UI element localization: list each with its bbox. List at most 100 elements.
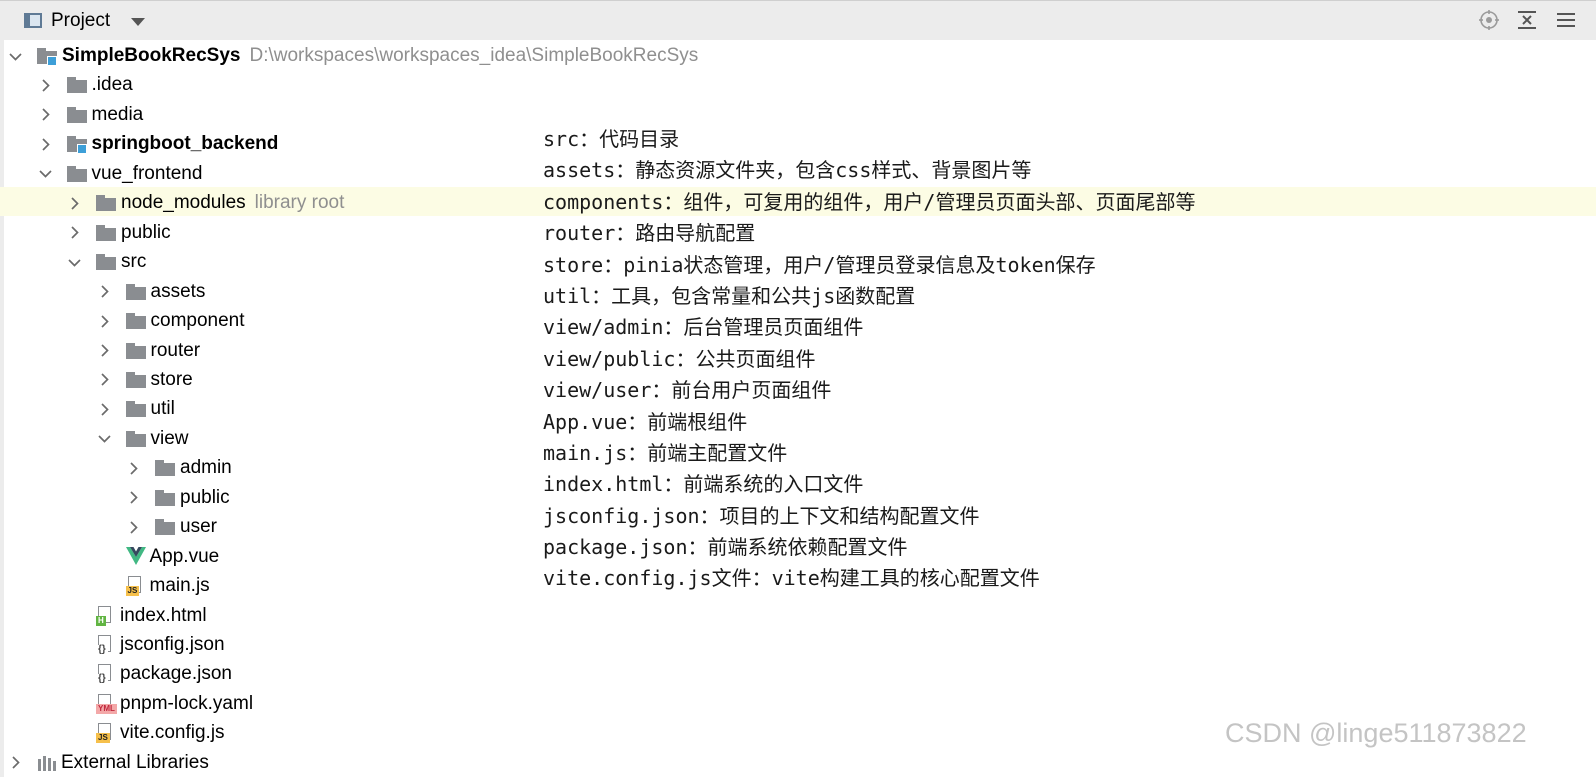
folder-icon xyxy=(155,519,175,536)
module-folder-icon xyxy=(66,136,87,155)
tree-item-label: router xyxy=(150,339,201,361)
chevron-right-icon[interactable] xyxy=(67,608,82,623)
tree-row-admin[interactable]: admin xyxy=(126,454,232,482)
tree-row-jsconfig-json[interactable]: {} jsconfig.json xyxy=(67,631,225,659)
folder-icon xyxy=(155,460,175,477)
settings-icon[interactable] xyxy=(1555,9,1577,31)
chevron-down-icon[interactable] xyxy=(67,255,82,270)
view-mode-dropdown-icon[interactable] xyxy=(131,18,145,26)
note-line: view/user：前台用户页面组件 xyxy=(543,378,832,403)
tree-item-label: main.js xyxy=(149,575,210,597)
tree-row-store[interactable]: store xyxy=(97,366,193,394)
chevron-right-icon[interactable] xyxy=(38,107,53,122)
tree-item-label: src xyxy=(121,251,147,273)
tree-row-node-modules[interactable]: node_modules library root xyxy=(67,189,344,217)
tree-row-main-js[interactable]: JS main.js xyxy=(97,572,210,600)
tree-row-idea[interactable]: .idea xyxy=(38,71,133,99)
note-line: view/public：公共页面组件 xyxy=(543,346,816,371)
js-file-icon: JS xyxy=(125,576,144,597)
tree-row-view[interactable]: view xyxy=(97,425,189,453)
tree-row-util[interactable]: util xyxy=(97,395,175,423)
watermark: CSDN @linge511873822 xyxy=(1225,718,1527,748)
tree-row-vite-config-js[interactable]: JS vite.config.js xyxy=(67,719,225,747)
vue-file-icon xyxy=(125,546,146,567)
chevron-right-icon[interactable] xyxy=(8,755,23,770)
folder-icon xyxy=(66,106,87,123)
tree-row-user[interactable]: user xyxy=(126,513,217,541)
chevron-right-icon[interactable] xyxy=(67,638,82,653)
chevron-right-icon[interactable] xyxy=(67,696,82,711)
tree-row-assets[interactable]: assets xyxy=(97,278,205,306)
project-toolbar: Project xyxy=(0,0,1596,40)
tree-item-label: store xyxy=(150,368,193,390)
note-line: main.js：前端主配置文件 xyxy=(543,440,788,465)
tree-item-label: media xyxy=(91,103,144,125)
chevron-right-icon[interactable] xyxy=(97,579,112,594)
folder-icon xyxy=(125,401,146,418)
note-line: assets：静态资源文件夹，包含css样式、背景图片等 xyxy=(543,158,1032,183)
locate-icon[interactable] xyxy=(1478,9,1500,31)
tree-item-label: jsconfig.json xyxy=(120,634,225,655)
tree-item-label: pnpm-lock.yaml xyxy=(120,692,254,714)
tree-item-label: vue_frontend xyxy=(91,162,203,184)
chevron-right-icon[interactable] xyxy=(38,78,53,93)
json-file-icon: {} xyxy=(96,635,114,655)
chevron-right-icon[interactable] xyxy=(97,402,112,417)
folder-icon xyxy=(66,77,87,94)
chevron-right-icon[interactable] xyxy=(38,137,53,152)
tree-item-label: springboot_backend xyxy=(91,133,279,155)
chevron-right-icon[interactable] xyxy=(126,490,141,505)
chevron-right-icon[interactable] xyxy=(97,372,112,387)
tree-row-package-json[interactable]: {} package.json xyxy=(67,660,232,688)
tree-item-label: vite.config.js xyxy=(120,722,225,744)
module-badge-icon xyxy=(76,144,87,155)
chevron-right-icon[interactable] xyxy=(67,667,82,682)
tree-row-app-vue[interactable]: App.vue xyxy=(97,543,219,571)
note-line: package.json：前端系统依赖配置文件 xyxy=(543,535,908,560)
project-path: D:\workspaces\workspaces_idea\SimpleBook… xyxy=(249,45,699,66)
chevron-right-icon[interactable] xyxy=(67,726,82,741)
chevron-right-icon[interactable] xyxy=(97,549,112,564)
note-line: App.vue：前端根组件 xyxy=(543,409,748,434)
tree-row-media[interactable]: media xyxy=(38,101,144,129)
collapse-all-icon[interactable] xyxy=(1516,9,1538,31)
tree-item-label: package.json xyxy=(120,663,232,685)
folder-icon xyxy=(125,371,146,388)
tree-row-vue-frontend[interactable]: vue_frontend xyxy=(38,160,203,188)
tree-item-label: util xyxy=(150,398,175,420)
chevron-down-icon[interactable] xyxy=(97,431,112,446)
library-root-hint: library root xyxy=(254,192,345,214)
chevron-right-icon[interactable] xyxy=(67,196,82,211)
chevron-down-icon[interactable] xyxy=(38,166,53,181)
tree-row-pnpm-lock-yaml[interactable]: YML pnpm-lock.yaml xyxy=(67,690,253,718)
tree-row-simplebookrecsys[interactable]: SimpleBookRecSys D:\workspaces\workspaces… xyxy=(8,42,698,70)
yml-file-icon: YML xyxy=(96,693,117,714)
chevron-right-icon[interactable] xyxy=(126,461,141,476)
note-line: src：代码目录 xyxy=(543,127,680,151)
project-view-title[interactable]: Project xyxy=(51,10,110,32)
tree-item-label: External Libraries xyxy=(61,751,209,773)
tree-row-public[interactable]: public xyxy=(67,219,171,247)
tree-row-springboot-backend[interactable]: springboot_backend xyxy=(38,130,279,158)
tree-item-label: index.html xyxy=(120,604,207,626)
chevron-right-icon[interactable] xyxy=(97,314,112,329)
chevron-down-icon[interactable] xyxy=(8,49,23,64)
tree-item-label: user xyxy=(180,516,217,538)
folder-icon xyxy=(155,489,175,506)
tree-row-component[interactable]: component xyxy=(97,307,245,335)
chevron-right-icon[interactable] xyxy=(126,520,141,535)
tree-row-src[interactable]: src xyxy=(67,248,146,276)
chevron-right-icon[interactable] xyxy=(97,343,112,358)
tree-row-index-html[interactable]: Hindex.html xyxy=(67,602,207,630)
tree-row-external-libraries[interactable]: External Libraries xyxy=(8,749,209,777)
tree-row-public[interactable]: public xyxy=(126,484,230,512)
tree-item-label: public xyxy=(121,221,171,243)
folder-icon xyxy=(96,224,116,241)
tree-row-router[interactable]: router xyxy=(97,337,201,365)
chevron-right-icon[interactable] xyxy=(97,284,112,299)
note-line: view/admin：后台管理员页面组件 xyxy=(543,315,864,340)
chevron-right-icon[interactable] xyxy=(67,225,82,240)
tree-item-label: view xyxy=(150,427,189,449)
html-file-icon: H xyxy=(96,605,114,626)
tree-item-label: SimpleBookRecSys xyxy=(62,45,241,66)
